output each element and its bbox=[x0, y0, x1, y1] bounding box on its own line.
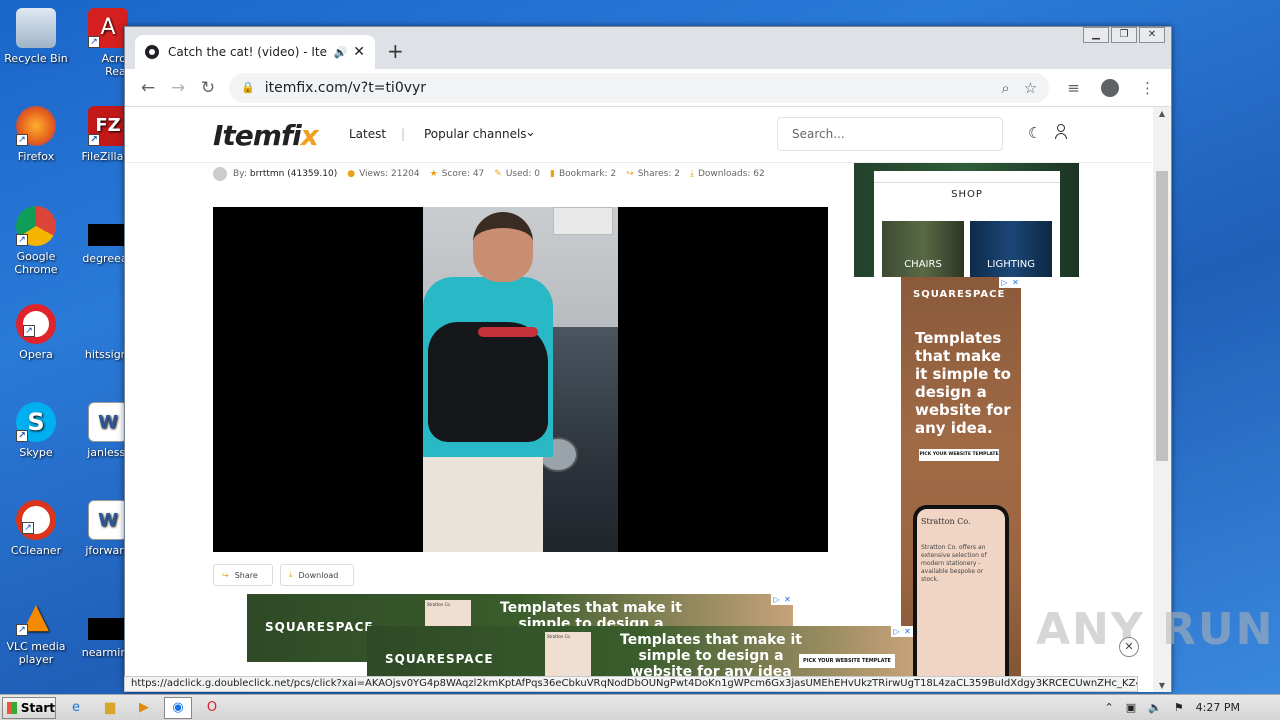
maximize-button[interactable]: ❐ bbox=[1111, 27, 1137, 43]
browser-tab[interactable]: Catch the cat! (video) - ItemFix 🔊 ✕ bbox=[135, 35, 375, 69]
media-control-icon[interactable]: ≡ bbox=[1067, 79, 1080, 97]
star-icon: ★ bbox=[429, 169, 438, 179]
ad-close-icon: ✕ bbox=[904, 627, 911, 636]
toolbar-right: ≡ ⋮ bbox=[1059, 78, 1163, 98]
window-controls: ▁ ❐ ✕ bbox=[1081, 27, 1165, 43]
used-count: ✎ Used: 0 bbox=[494, 169, 540, 179]
video-meta: By: brrttmn (41359.10) ● Views: 21204 ★ Sco… bbox=[213, 167, 775, 181]
skype-icon[interactable]: S ↗ Skype bbox=[0, 402, 72, 459]
action-center-flag-icon[interactable]: ⚑ bbox=[1174, 701, 1184, 714]
scrollbar-thumb[interactable] bbox=[1156, 171, 1168, 461]
squarespace-logo: SQUARESPACE bbox=[913, 289, 1006, 300]
chrome-taskbar-icon[interactable]: ◉ bbox=[164, 696, 192, 719]
opera-icon[interactable]: ↗ Opera bbox=[0, 304, 72, 361]
ad-cta-button[interactable]: PICK YOUR WEBSITE TEMPLATE bbox=[799, 654, 895, 668]
share-icon: ↪ bbox=[222, 570, 229, 580]
nav-popular-channels[interactable]: Popular channels bbox=[424, 127, 527, 141]
wrench-icon: ✎ bbox=[494, 169, 502, 179]
ad-choices[interactable]: ▷ ✕ bbox=[891, 626, 913, 637]
share-button[interactable]: ↪ Share bbox=[213, 564, 273, 586]
video-player[interactable] bbox=[213, 207, 828, 552]
page-viewport: Itemfix Latest | Popular channels ⌄ Sear… bbox=[125, 107, 1155, 692]
uploader-avatar[interactable] bbox=[213, 167, 227, 181]
profile-avatar-icon[interactable] bbox=[1100, 79, 1119, 98]
adchoices-icon: ▷ bbox=[1001, 278, 1008, 287]
close-tab-icon[interactable]: ✕ bbox=[353, 44, 365, 60]
share-icon: ↪ bbox=[626, 169, 634, 179]
back-button[interactable]: ← bbox=[133, 78, 163, 98]
link-status-bar: https://adclick.g.doubleclick.net/pcs/cl… bbox=[124, 676, 1138, 692]
ad-cta-button[interactable]: PICK YOUR WEBSITE TEMPLATE bbox=[919, 449, 999, 461]
media-player-icon[interactable]: ▶ bbox=[130, 697, 158, 719]
url-text[interactable]: itemfix.com/v?t=ti0vyr bbox=[265, 80, 988, 96]
lock-icon[interactable]: 🔒 bbox=[241, 81, 255, 94]
scroll-up-arrow-icon[interactable]: ▲ bbox=[1153, 109, 1171, 118]
squarespace-logo: SQUARESPACE bbox=[265, 620, 374, 634]
adchoices-icon: ▷ bbox=[893, 627, 900, 636]
opera-taskbar-icon[interactable]: O bbox=[198, 697, 226, 719]
close-window-button[interactable]: ✕ bbox=[1139, 27, 1165, 43]
squarespace-logo: SQUARESPACE bbox=[385, 652, 494, 666]
forward-button[interactable]: → bbox=[163, 78, 193, 98]
address-bar[interactable]: 🔒 itemfix.com/v?t=ti0vyr ⌕ ☆ bbox=[229, 72, 1050, 103]
itemfix-logo[interactable]: Itemfix bbox=[213, 119, 319, 152]
scroll-down-arrow-icon[interactable]: ▼ bbox=[1153, 681, 1171, 690]
site-header: Itemfix Latest | Popular channels ⌄ Sear… bbox=[125, 107, 1155, 163]
phone-mockup: Stratton Co. Stratton Co. offers an exte… bbox=[913, 505, 1009, 692]
file-explorer-icon[interactable]: ▆ bbox=[96, 697, 124, 719]
uploader-link[interactable]: brrttmn (41359.10) bbox=[250, 169, 337, 179]
bookmark-icon: ▮ bbox=[549, 169, 555, 179]
ad-banner-shop[interactable]: SHOP CHAIRS LIGHTING bbox=[854, 163, 1079, 277]
bookmark-star-icon[interactable]: ☆ bbox=[1024, 79, 1037, 97]
itemfix-favicon-icon bbox=[145, 45, 159, 59]
start-button[interactable]: Start bbox=[2, 696, 56, 719]
ad-close-icon: ✕ bbox=[784, 595, 791, 604]
nav-separator: | bbox=[401, 127, 406, 141]
download-button[interactable]: ⤓ Download bbox=[280, 564, 354, 586]
video-frame[interactable] bbox=[423, 207, 618, 552]
firefox-icon[interactable]: ↗ Firefox bbox=[0, 106, 72, 163]
browser-toolbar: ← → ↻ 🔒 itemfix.com/v?t=ti0vyr ⌕ ☆ ≡ ⋮ bbox=[125, 69, 1171, 107]
ad-close-icon: ✕ bbox=[1012, 278, 1019, 287]
bookmark-count: ▮ Bookmark: 2 bbox=[549, 169, 617, 179]
zoom-icon[interactable]: ⌕ bbox=[1001, 79, 1009, 97]
downloads-count: ⤓ Downloads: 62 bbox=[689, 169, 765, 179]
minimize-button[interactable]: ▁ bbox=[1083, 27, 1109, 43]
score-count: ★ Score: 47 bbox=[429, 169, 485, 179]
nav-latest[interactable]: Latest bbox=[349, 127, 386, 141]
search-input[interactable]: Search... bbox=[777, 117, 1003, 151]
new-tab-button[interactable]: + bbox=[387, 39, 404, 63]
volume-icon[interactable]: 🔈 bbox=[1148, 701, 1162, 714]
ad-choices[interactable]: ▷ ✕ bbox=[771, 594, 793, 605]
ad-choices[interactable]: ▷ ✕ bbox=[999, 277, 1021, 288]
reload-button[interactable]: ↻ bbox=[193, 78, 223, 98]
tab-title: Catch the cat! (video) - ItemFix bbox=[168, 45, 328, 59]
shares-count: ↪ Shares: 2 bbox=[626, 169, 680, 179]
tray-expand-icon[interactable]: ⌃ bbox=[1104, 701, 1113, 714]
tab-strip: Catch the cat! (video) - ItemFix 🔊 ✕ + ▁… bbox=[125, 27, 1171, 69]
system-tray: ⌃ ▣ 🔈 ⚑ 4:27 PM bbox=[1098, 701, 1280, 714]
internet-explorer-icon[interactable]: e bbox=[62, 697, 90, 719]
ad-squarespace-side[interactable]: ▷ ✕ SQUARESPACE Templates that make it si… bbox=[901, 277, 1021, 692]
windows-logo-icon bbox=[7, 701, 17, 714]
eye-icon: ● bbox=[347, 169, 356, 179]
download-icon: ⤓ bbox=[289, 570, 293, 579]
clock[interactable]: 4:27 PM bbox=[1196, 701, 1240, 714]
adchoices-icon: ▷ bbox=[773, 595, 780, 604]
speaker-icon[interactable]: 🔊 bbox=[334, 46, 348, 59]
ccleaner-icon[interactable]: ↗ CCleaner bbox=[0, 500, 72, 557]
close-circle-icon[interactable]: ✕ bbox=[1119, 637, 1139, 657]
vlc-icon[interactable]: ▲ ↗ VLC media player bbox=[0, 596, 72, 666]
chevron-down-icon[interactable]: ⌄ bbox=[525, 125, 536, 140]
chrome-icon[interactable]: ↗ Google Chrome bbox=[0, 206, 72, 276]
taskbar: Start e ▆ ▶ ◉ O ⌃ ▣ 🔈 ⚑ 4:27 PM bbox=[0, 694, 1280, 720]
views-count: ● Views: 21204 bbox=[347, 169, 420, 179]
network-icon[interactable]: ▣ bbox=[1126, 701, 1136, 714]
user-account-icon[interactable] bbox=[1055, 124, 1067, 139]
download-icon: ⤓ bbox=[689, 169, 694, 179]
dark-mode-moon-icon[interactable]: ☾ bbox=[1028, 124, 1041, 142]
anyrun-watermark: ANY RUN bbox=[1036, 604, 1275, 655]
recycle-bin-icon[interactable]: Recycle Bin bbox=[0, 8, 72, 65]
menu-kebab-icon[interactable]: ⋮ bbox=[1140, 79, 1155, 97]
